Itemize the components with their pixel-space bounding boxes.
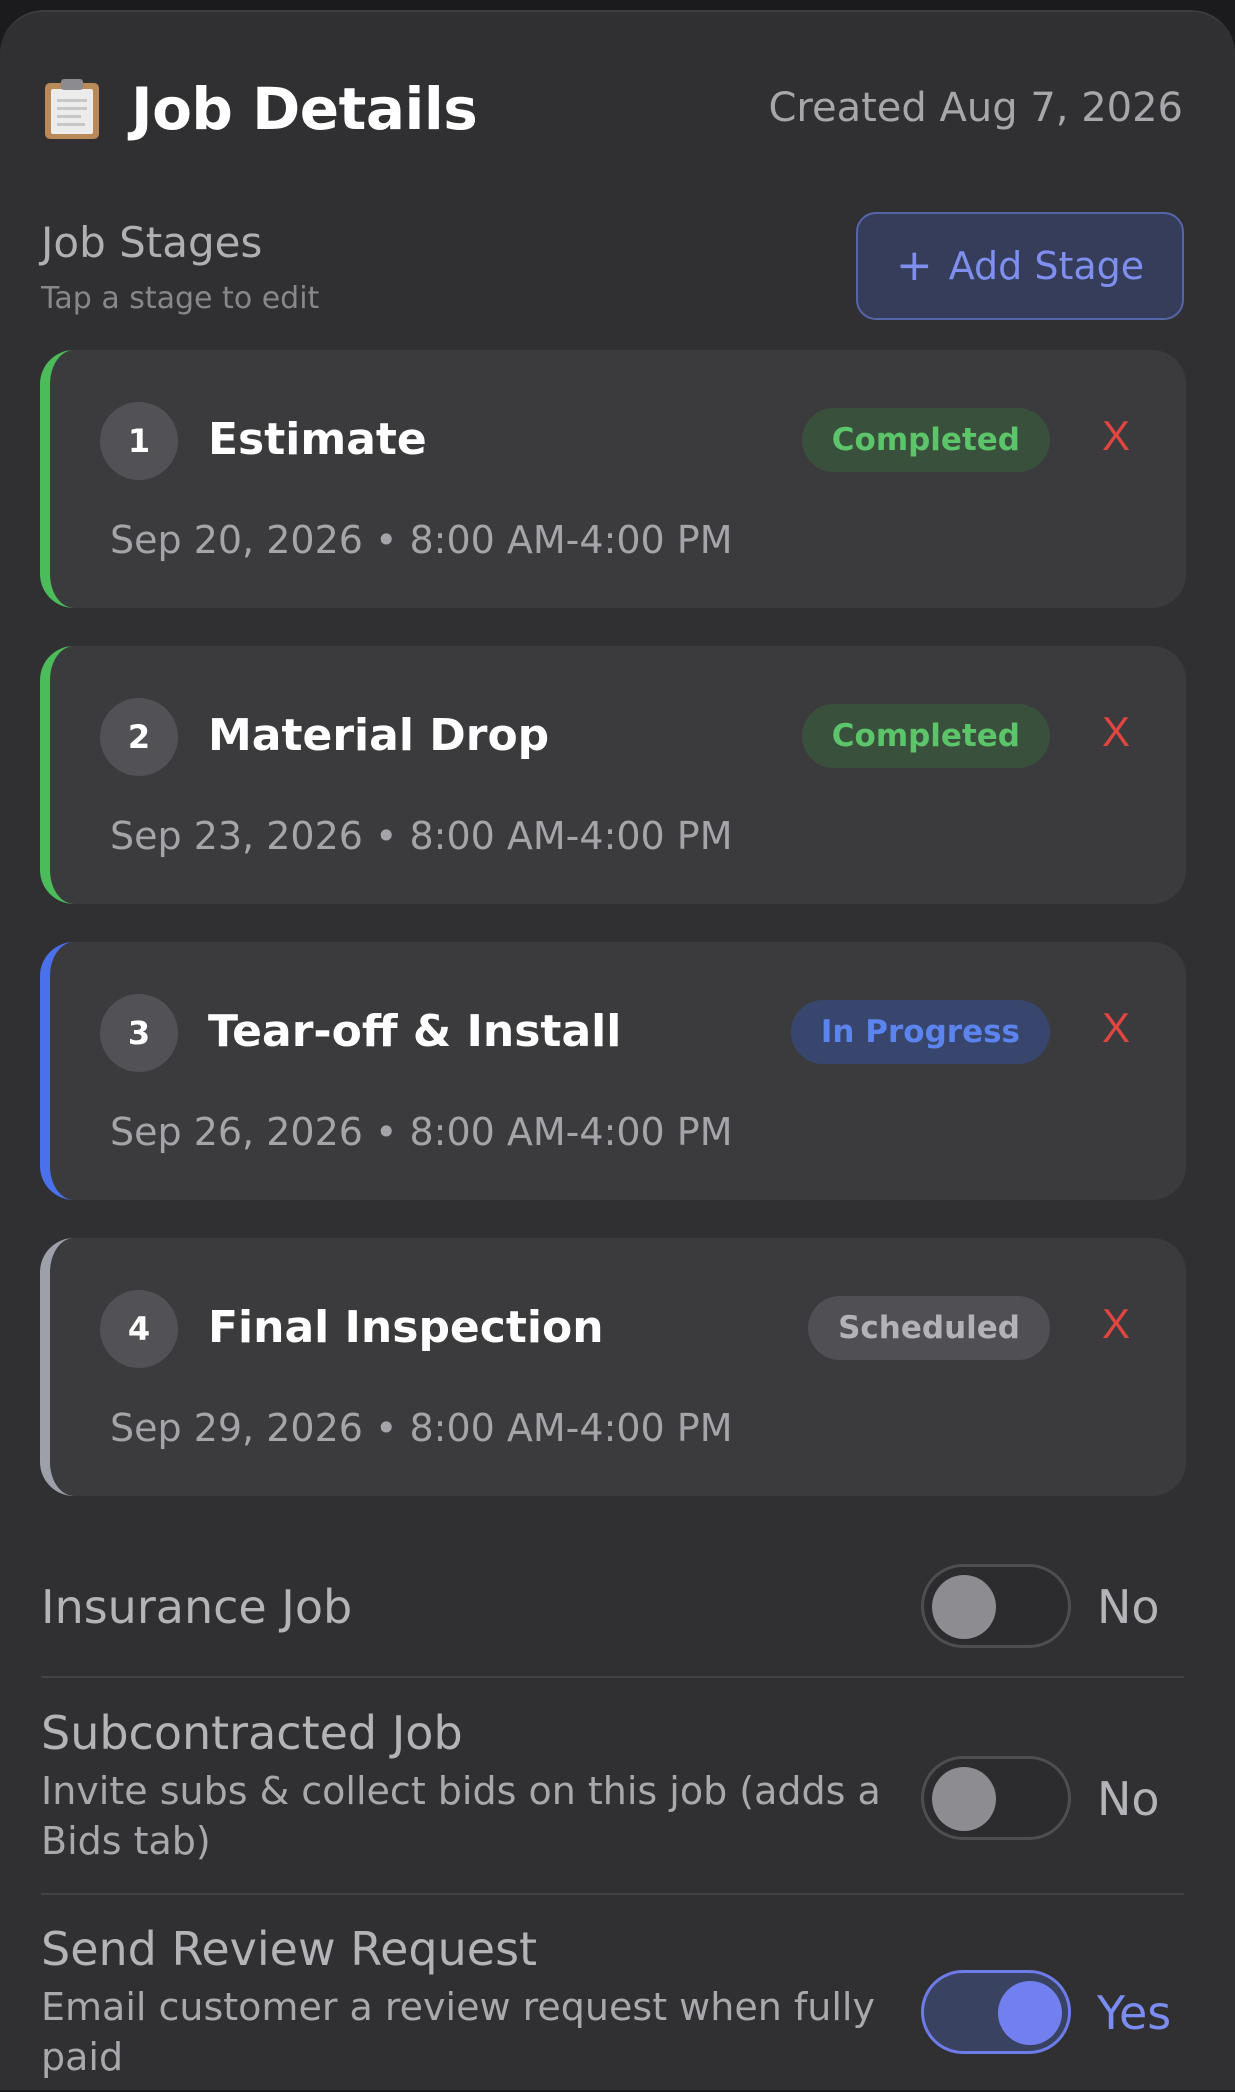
- stage-name: Tear-off & Install: [208, 1006, 622, 1057]
- add-stage-label: Add Stage: [948, 244, 1145, 288]
- status-badge: Completed: [801, 408, 1050, 472]
- stage-date: Sep 29, 2026 • 8:00 AM-4:00 PM: [110, 1406, 733, 1450]
- review-request-toggle[interactable]: [921, 1970, 1071, 2054]
- review-request-label: Send Review Request: [41, 1922, 538, 1976]
- created-date: Created Aug 7, 2026: [768, 85, 1183, 131]
- stages-header: Job Stages Tap a stage to edit + Add Sta…: [41, 212, 1184, 324]
- status-badge: In Progress: [790, 1000, 1050, 1064]
- stage-date: Sep 26, 2026 • 8:00 AM-4:00 PM: [110, 1110, 733, 1154]
- delete-stage-button[interactable]: X: [1102, 1004, 1130, 1052]
- divider: [41, 1676, 1184, 1678]
- delete-stage-button[interactable]: X: [1102, 412, 1130, 460]
- review-request-value: Yes: [1097, 1986, 1172, 2040]
- stage-number: 1: [100, 402, 178, 480]
- stage-card-1[interactable]: 1 Estimate Completed X Sep 20, 2026 • 8:…: [40, 350, 1186, 608]
- stage-name: Estimate: [208, 414, 427, 465]
- stage-card-4[interactable]: 4 Final Inspection Scheduled X Sep 29, 2…: [40, 1238, 1186, 1496]
- subcontracted-job-description: Invite subs & collect bids on this job (…: [41, 1769, 881, 1863]
- stage-date: Sep 23, 2026 • 8:00 AM-4:00 PM: [110, 814, 733, 858]
- toggle-knob: [998, 1981, 1062, 2045]
- job-details-panel: Job Details Created Aug 7, 2026 Job Stag…: [0, 10, 1235, 2090]
- subcontracted-job-value: No: [1097, 1772, 1160, 1826]
- insurance-job-setting: Insurance Job No: [41, 1564, 1184, 1660]
- stage-card-3[interactable]: 3 Tear-off & Install In Progress X Sep 2…: [40, 942, 1186, 1200]
- stage-card-2[interactable]: 2 Material Drop Completed X Sep 23, 2026…: [40, 646, 1186, 904]
- delete-stage-button[interactable]: X: [1102, 708, 1130, 756]
- stages-label: Job Stages: [41, 218, 263, 267]
- stage-number: 3: [100, 994, 178, 1072]
- status-badge: Completed: [801, 704, 1050, 768]
- toggle-knob: [932, 1575, 996, 1639]
- review-request-description: Email customer a review request when ful…: [41, 1985, 875, 2079]
- insurance-job-value: No: [1097, 1580, 1160, 1634]
- page-title: Job Details: [131, 75, 478, 143]
- delete-stage-button[interactable]: X: [1102, 1300, 1130, 1348]
- divider: [41, 1893, 1184, 1895]
- stage-date: Sep 20, 2026 • 8:00 AM-4:00 PM: [110, 518, 733, 562]
- add-stage-button[interactable]: + Add Stage: [856, 212, 1184, 320]
- subcontracted-job-toggle[interactable]: [921, 1756, 1071, 1840]
- header: Job Details Created Aug 7, 2026: [41, 67, 1183, 157]
- stage-name: Final Inspection: [208, 1302, 604, 1353]
- insurance-job-label: Insurance Job: [41, 1580, 353, 1634]
- plus-icon: +: [895, 240, 933, 291]
- subcontracted-job-setting: Subcontracted Job Invite subs & collect …: [41, 1706, 1184, 1876]
- review-request-setting: Send Review Request Email customer a rev…: [41, 1922, 1184, 2092]
- stage-number: 4: [100, 1290, 178, 1368]
- stages-hint: Tap a stage to edit: [41, 281, 320, 316]
- clipboard-icon: [45, 79, 99, 139]
- stage-number: 2: [100, 698, 178, 776]
- toggle-knob: [932, 1767, 996, 1831]
- insurance-job-toggle[interactable]: [921, 1564, 1071, 1648]
- status-badge: Scheduled: [808, 1296, 1050, 1360]
- stage-name: Material Drop: [208, 710, 550, 761]
- subcontracted-job-label: Subcontracted Job: [41, 1706, 463, 1760]
